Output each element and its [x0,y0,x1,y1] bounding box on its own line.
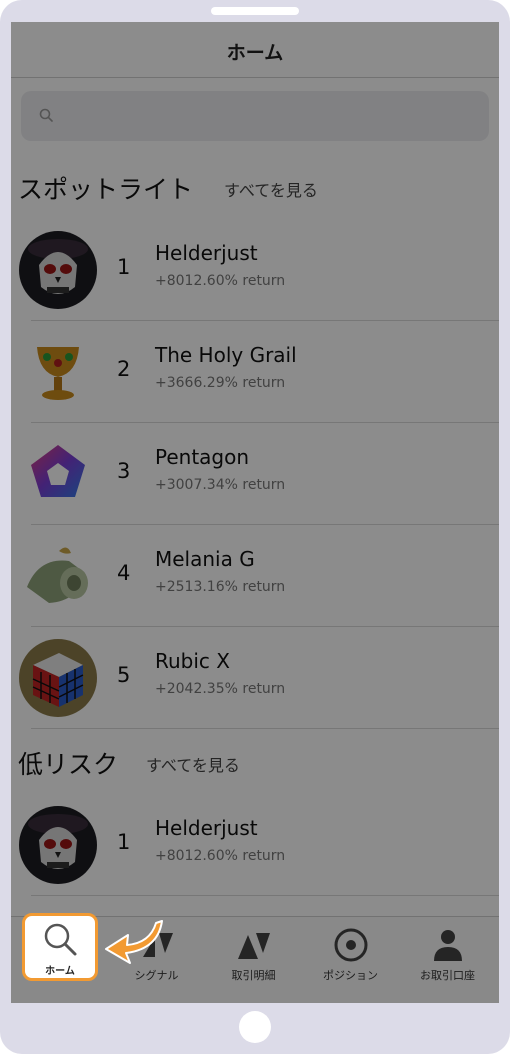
tutorial-overlay [11,22,499,1003]
pointer-arrow-icon [105,920,163,964]
speaker [211,7,299,15]
highlighted-home-tab[interactable]: ホーム [22,913,98,981]
home-button[interactable] [239,1011,271,1043]
phone-frame: ホーム スポットライト すべてを見る 1 Helderjust +8012.60… [0,0,510,1054]
search-icon [44,923,77,956]
tab-label: ホーム [45,966,75,977]
